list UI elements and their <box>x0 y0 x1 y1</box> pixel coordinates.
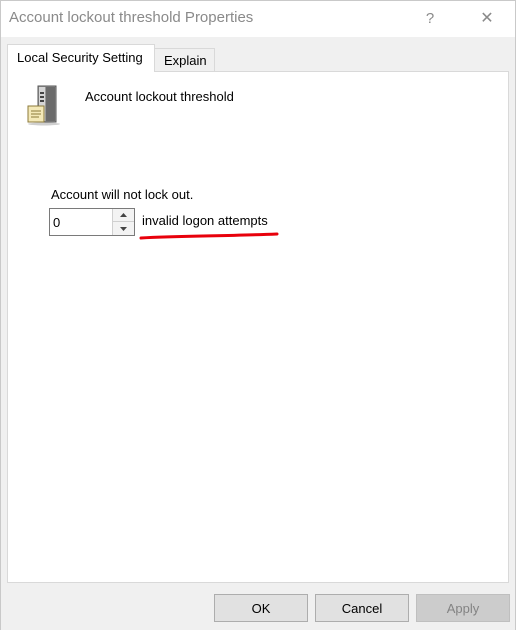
red-underline-annotation <box>139 232 279 240</box>
tab-local-security-setting[interactable]: Local Security Setting <box>7 44 155 72</box>
help-button[interactable]: ? <box>407 1 453 35</box>
tab-explain[interactable]: Explain <box>155 48 215 72</box>
apply-button[interactable]: Apply <box>416 594 510 622</box>
title-bar[interactable]: Account lockout threshold Properties ? ✕ <box>1 1 515 37</box>
ok-button[interactable]: OK <box>214 594 308 622</box>
spin-up-button[interactable] <box>112 209 134 222</box>
spin-down-button[interactable] <box>112 222 134 235</box>
window-title: Account lockout threshold Properties <box>9 9 254 26</box>
chevron-down-icon <box>120 226 127 231</box>
close-button[interactable]: ✕ <box>464 1 510 35</box>
threshold-spinner[interactable] <box>49 208 135 236</box>
policy-name: Account lockout threshold <box>85 89 234 104</box>
help-icon: ? <box>425 9 435 27</box>
units-label: invalid logon attempts <box>142 213 268 228</box>
server-icon <box>27 85 60 126</box>
chevron-up-icon <box>120 213 127 217</box>
cancel-button[interactable]: Cancel <box>315 594 409 622</box>
threshold-input[interactable] <box>50 209 112 235</box>
status-text: Account will not lock out. <box>51 187 194 202</box>
properties-dialog: Account lockout threshold Properties ? ✕… <box>0 0 516 630</box>
close-icon: ✕ <box>480 10 494 27</box>
dialog-body: Local Security Setting Explain Account l… <box>1 37 515 587</box>
tab-panel: Account lockout threshold Account will n… <box>7 71 509 583</box>
button-bar: OK Cancel Apply <box>1 587 515 630</box>
